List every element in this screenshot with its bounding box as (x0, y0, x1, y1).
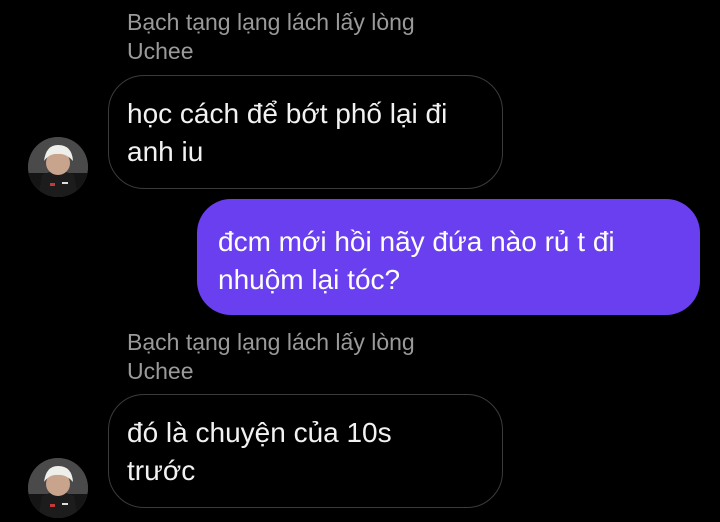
sender-username: Uchee (127, 358, 194, 384)
profile-avatar-icon (28, 458, 88, 518)
message-text-line: học cách để bớt phố lại đi (127, 98, 448, 129)
incoming-message-bubble[interactable]: học cách để bớt phố lại đi anh iu (108, 75, 503, 189)
message-text-line: đcm mới hồi nãy đứa nào rủ t đi (218, 226, 615, 257)
profile-avatar-icon (28, 137, 88, 197)
message-text-line: nhuộm lại tóc? (218, 264, 401, 295)
message-text-line: anh iu (127, 136, 204, 167)
message-text-line: đó là chuyện của 10s (127, 417, 392, 448)
incoming-message-bubble[interactable]: đó là chuyện của 10s trước (108, 394, 503, 508)
sender-nickname: Bạch tạng lạng lách lấy lòng (127, 329, 415, 355)
sender-nickname: Bạch tạng lạng lách lấy lòng (127, 9, 415, 35)
sender-name: Bạch tạng lạng lách lấy lòng Uchee (127, 8, 415, 66)
avatar[interactable] (28, 137, 88, 197)
avatar[interactable] (28, 458, 88, 518)
message-text-line: trước (127, 455, 196, 486)
outgoing-message-bubble[interactable]: đcm mới hồi nãy đứa nào rủ t đi nhuộm lạ… (197, 199, 700, 315)
sender-username: Uchee (127, 38, 194, 64)
sender-name: Bạch tạng lạng lách lấy lòng Uchee (127, 328, 415, 386)
